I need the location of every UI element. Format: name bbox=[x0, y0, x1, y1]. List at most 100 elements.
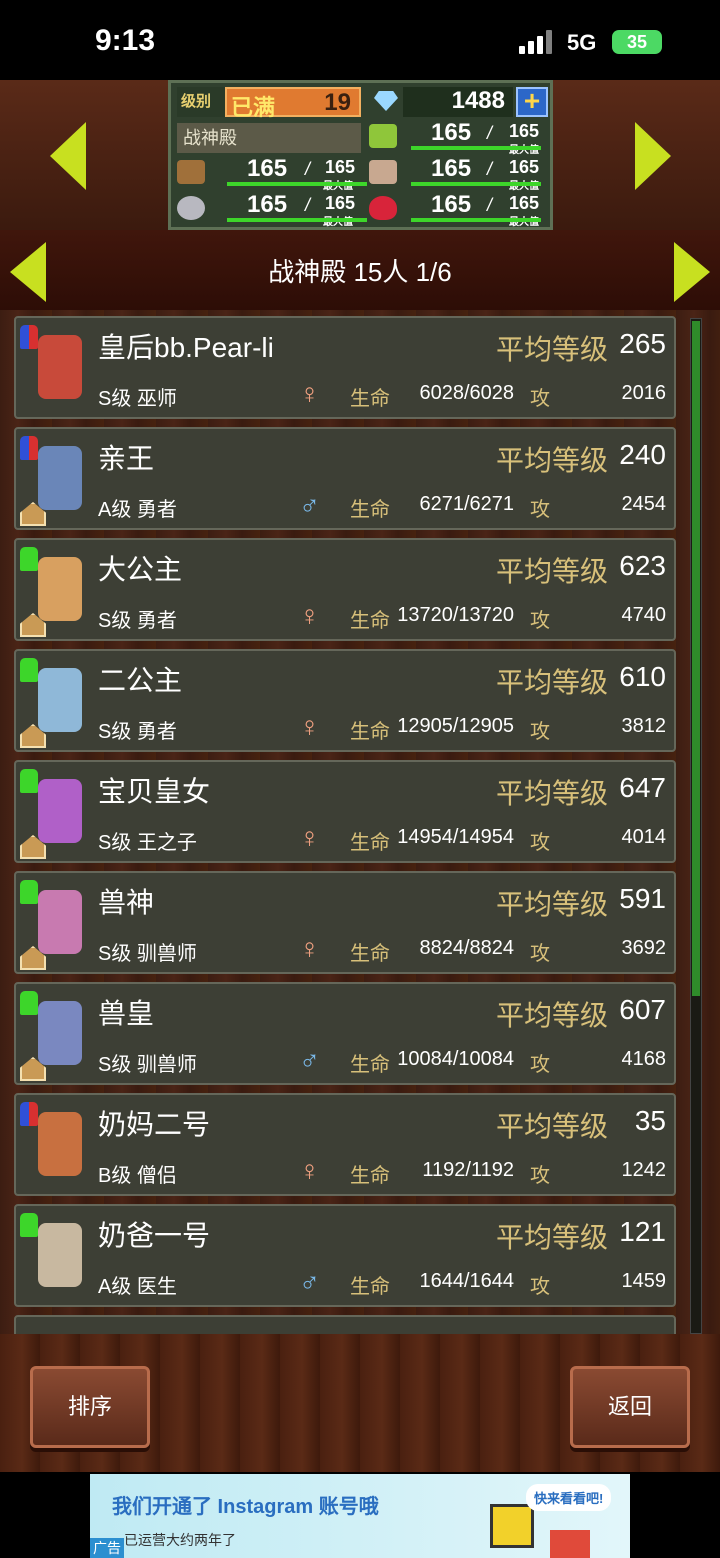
hero-name: 奶爸一号 bbox=[98, 1220, 211, 1251]
avg-level-label: 平均等级 bbox=[496, 334, 609, 365]
avg-level-label: 平均等级 bbox=[496, 1000, 609, 1031]
ad-bubble: 快来看看吧! bbox=[526, 1484, 612, 1511]
atk-label: 攻 bbox=[530, 1165, 550, 1187]
resource-bar bbox=[411, 218, 541, 222]
level-status: 已满 bbox=[231, 95, 276, 120]
battery-icon: 35 bbox=[612, 30, 662, 54]
add-gems-button[interactable]: + bbox=[516, 87, 548, 117]
grass-icon bbox=[369, 124, 397, 148]
top-frame: 级别 已满 19 1488 + 战神殿 165 / 165 最大值 165 / … bbox=[0, 80, 720, 230]
diamond-icon bbox=[374, 91, 398, 111]
female-icon: ♀ bbox=[299, 711, 320, 742]
hero-name: 皇后bb.Pear-li bbox=[98, 332, 274, 363]
avg-level-value: 647 bbox=[619, 772, 666, 803]
scroll-thumb[interactable] bbox=[692, 321, 700, 996]
avg-level-value: 623 bbox=[619, 550, 666, 581]
prev-facility-arrow-icon[interactable] bbox=[50, 122, 86, 190]
resource-value: 165 bbox=[431, 119, 472, 146]
hero-row[interactable]: 奶妈二号 平均等级 35 B级 僧侣 ♀ 生命 1192/1192 攻 1242 bbox=[14, 1093, 676, 1196]
gem-box: 1488 bbox=[403, 87, 513, 117]
female-icon: ♀ bbox=[299, 600, 320, 631]
resource-value: 165 bbox=[431, 191, 472, 218]
hero-sprite-icon bbox=[38, 1001, 82, 1065]
hero-row[interactable]: 宝贝皇女 平均等级 647 S级 王之子 ♀ 生命 14954/14954 攻 4014 bbox=[14, 760, 676, 863]
resource-grass: 165 / 165 最大值 bbox=[369, 119, 549, 156]
hero-row[interactable]: 亲王 平均等级 240 A级 勇者 ♂ 生命 6271/6271 攻 2454 bbox=[14, 427, 676, 530]
mascot-icon bbox=[550, 1530, 590, 1558]
hero-avatar bbox=[18, 876, 90, 970]
atk-label: 攻 bbox=[530, 721, 550, 743]
hp-value: 6028/6028 bbox=[419, 382, 514, 404]
network-type: 5G bbox=[567, 30, 597, 55]
hero-row[interactable]: 二公主 平均等级 610 S级 勇者 ♀ 生命 12905/12905 攻 3812 bbox=[14, 649, 676, 752]
header-title: 战神殿 15人 1/6 bbox=[268, 257, 452, 287]
rank-job: S级 王之子 bbox=[98, 832, 197, 854]
hero-avatar bbox=[18, 765, 90, 859]
resource-max: 165 bbox=[509, 121, 540, 141]
male-icon: ♂ bbox=[299, 1266, 320, 1297]
hero-row[interactable]: 皇后bb.Pear-li 平均等级 265 S级 巫师 ♀ 生命 6028/6028 攻 201… bbox=[14, 316, 676, 419]
rank-job: A级 勇者 bbox=[98, 499, 177, 521]
hero-sprite-icon bbox=[38, 446, 82, 510]
party-badge-icon bbox=[20, 325, 38, 349]
ad-title: 我们开通了 Instagram 账号哦 bbox=[112, 1496, 379, 1518]
hero-row[interactable]: 奶爸一号 平均等级 121 A级 医生 ♂ 生命 1644/1644 攻 1459 bbox=[14, 1204, 676, 1307]
scrollbar[interactable] bbox=[690, 318, 702, 1334]
resource-value: 165 bbox=[247, 191, 288, 218]
hero-avatar bbox=[18, 1209, 90, 1303]
female-icon: ♀ bbox=[299, 822, 320, 853]
avg-level-label: 平均等级 bbox=[496, 778, 609, 809]
hero-avatar bbox=[18, 432, 90, 526]
atk-value: 1459 bbox=[621, 1270, 667, 1292]
signal-icon bbox=[519, 30, 552, 54]
avg-level-value: 35 bbox=[634, 1105, 666, 1136]
ad-banner[interactable]: 我们开通了 Instagram 账号哦 已运营大约两年了 广告 快来看看吧! bbox=[90, 1474, 630, 1558]
avg-level-label: 平均等级 bbox=[496, 889, 609, 920]
next-page-arrow-icon[interactable] bbox=[674, 242, 710, 302]
avg-level-value: 121 bbox=[619, 1216, 666, 1247]
resource-bar bbox=[227, 182, 367, 186]
hp-value: 14954/14954 bbox=[397, 826, 514, 848]
ad-subtitle: 已运营大约两年了 bbox=[124, 1532, 236, 1548]
resource-slash: / bbox=[487, 159, 493, 179]
hero-name: 亲王 bbox=[98, 443, 155, 474]
rank-job: S级 巫师 bbox=[98, 388, 177, 410]
resource-ruby: 165 / 165 最大值 bbox=[369, 191, 549, 228]
resource-bar bbox=[227, 218, 367, 222]
hero-row[interactable]: 兽皇 平均等级 607 S级 驯兽师 ♂ 生命 10084/10084 攻 4168 bbox=[14, 982, 676, 1085]
resource-slash: / bbox=[305, 159, 311, 179]
hero-avatar bbox=[18, 321, 90, 415]
rank-job: S级 驯兽师 bbox=[98, 943, 197, 965]
hp-value: 8824/8824 bbox=[419, 937, 514, 959]
next-facility-arrow-icon[interactable] bbox=[635, 122, 671, 190]
resource-max: 165 bbox=[325, 193, 356, 213]
atk-value: 3692 bbox=[621, 937, 667, 959]
atk-label: 攻 bbox=[530, 388, 550, 410]
hero-sprite-icon bbox=[38, 1223, 82, 1287]
back-button[interactable]: 返回 bbox=[570, 1366, 690, 1448]
hero-name: 奶妈二号 bbox=[98, 1109, 211, 1140]
hero-list[interactable]: 皇后bb.Pear-li 平均等级 265 S级 巫师 ♀ 生命 6028/6028 攻 201… bbox=[10, 316, 680, 1334]
avg-level-value: 240 bbox=[619, 439, 666, 470]
atk-value: 2016 bbox=[621, 382, 667, 404]
atk-label: 攻 bbox=[530, 499, 550, 521]
facility-name: 战神殿 bbox=[177, 123, 361, 153]
sort-button[interactable]: 排序 bbox=[30, 1366, 150, 1448]
hero-row[interactable]: 大公主 平均等级 623 S级 勇者 ♀ 生命 13720/13720 攻 4740 bbox=[14, 538, 676, 641]
avg-level-label: 平均等级 bbox=[496, 556, 609, 587]
hero-name: 兽神 bbox=[98, 887, 155, 918]
avg-level-label: 平均等级 bbox=[496, 667, 609, 698]
gem-count: 1488 bbox=[451, 87, 505, 114]
hero-sprite-icon bbox=[38, 1112, 82, 1176]
status-time: 9:13 bbox=[95, 24, 156, 57]
hero-name: 大公主 bbox=[98, 554, 183, 585]
hero-row-partial[interactable] bbox=[14, 1315, 676, 1334]
rank-job: S级 勇者 bbox=[98, 610, 177, 632]
hp-value: 1644/1644 bbox=[419, 1270, 514, 1292]
level-label: 级别 bbox=[177, 87, 227, 117]
party-badge-icon bbox=[20, 769, 38, 793]
hero-row[interactable]: 兽神 平均等级 591 S级 驯兽师 ♀ 生命 8824/8824 攻 3692 bbox=[14, 871, 676, 974]
hero-avatar bbox=[18, 543, 90, 637]
hp-value: 13720/13720 bbox=[397, 604, 514, 626]
female-icon: ♀ bbox=[299, 1155, 320, 1186]
